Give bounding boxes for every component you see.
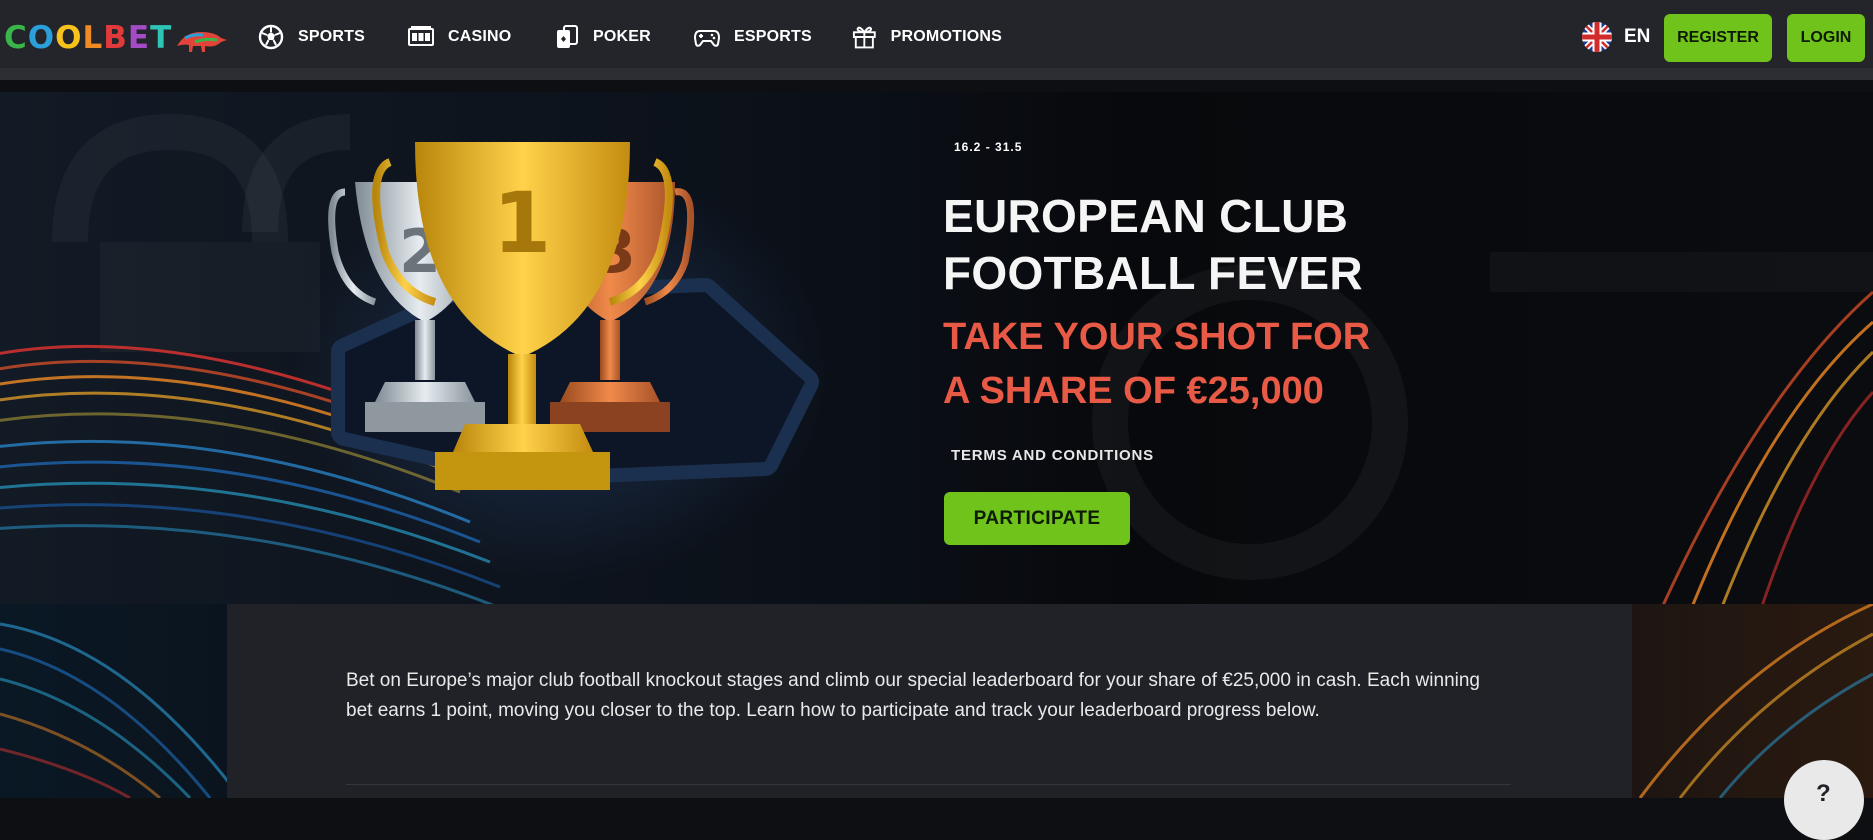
nav-item-promotions[interactable]: PROMOTIONS	[852, 0, 1002, 74]
logo-letter: T	[150, 20, 173, 56]
language-selector[interactable]: EN	[1582, 22, 1650, 52]
top-navigation-bar: COOLBET SPORTS CASINO POKER ESPORTS PROM…	[0, 0, 1873, 80]
promo-description: Bet on Europe’s major club football knoc…	[346, 670, 1480, 721]
nav-label: SPORTS	[298, 28, 365, 45]
help-chat-button[interactable]: ?	[1784, 760, 1864, 840]
promo-subtitle: TAKE YOUR SHOT FOR A SHARE OF €25,000	[943, 310, 1503, 418]
trophies-illustration: 2 3 1	[328, 142, 819, 490]
nav-item-casino[interactable]: CASINO	[408, 0, 555, 74]
nav-label: PROMOTIONS	[890, 28, 1002, 45]
section-divider	[346, 784, 1511, 785]
help-icon: ?	[1816, 780, 1831, 807]
playing-cards-icon	[557, 25, 578, 48]
nav-item-poker[interactable]: POKER	[555, 0, 694, 74]
trophy-rank-1: 1	[493, 174, 551, 272]
main-nav: SPORTS CASINO POKER ESPORTS PROMOTIONS	[258, 0, 1002, 74]
participate-button[interactable]: PARTICIPATE	[944, 492, 1130, 545]
gamepad-icon	[694, 30, 720, 47]
logo-letter: L	[82, 20, 104, 56]
anteater-logo-icon	[177, 32, 227, 52]
nav-item-esports[interactable]: ESPORTS	[694, 0, 852, 74]
login-button[interactable]: LOGIN	[1787, 14, 1865, 62]
nav-item-sports[interactable]: SPORTS	[258, 0, 408, 74]
promo-hero-banner: 2 3 1 16.2 - 31.5 EUROPEAN CLUB FOOTBALL…	[0, 92, 1873, 612]
logo-letter: O	[55, 20, 83, 56]
nav-label: POKER	[593, 28, 651, 45]
logo-letter: B	[103, 20, 128, 56]
promo-title-line-2: FOOTBALL FEVER	[943, 247, 1363, 299]
coolbet-logo[interactable]: COOLBET	[4, 20, 172, 56]
football-icon	[258, 24, 284, 50]
logo-letter: C	[4, 20, 28, 56]
terms-and-conditions-link[interactable]: TERMS AND CONDITIONS	[951, 447, 1154, 464]
register-button[interactable]: REGISTER	[1664, 14, 1772, 62]
nav-label: ESPORTS	[734, 28, 812, 45]
hero-background-art	[0, 113, 1873, 612]
logo-letter: O	[27, 20, 56, 56]
promo-subtitle-line-2: A SHARE OF €25,000	[943, 370, 1324, 412]
slot-machine-icon	[408, 26, 434, 46]
promo-title-line-1: EUROPEAN CLUB	[943, 190, 1349, 242]
nav-label: CASINO	[448, 28, 512, 45]
promo-title: EUROPEAN CLUB FOOTBALL FEVER	[943, 188, 1503, 302]
promo-subtitle-line-1: TAKE YOUR SHOT FOR	[943, 316, 1371, 358]
uk-flag-icon	[1582, 22, 1612, 52]
language-code: EN	[1624, 26, 1651, 47]
gift-icon	[852, 26, 876, 49]
promo-dates: 16.2 - 31.5	[954, 140, 1023, 154]
logo-letter: E	[127, 20, 151, 56]
